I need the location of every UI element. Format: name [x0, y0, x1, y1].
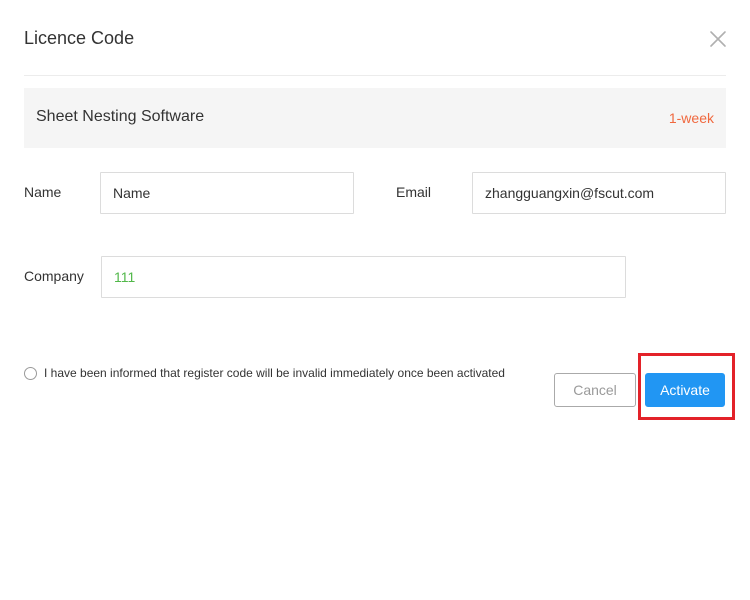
licence-duration: 1-week — [668, 110, 714, 126]
activate-button[interactable]: Activate — [645, 373, 725, 407]
name-field[interactable] — [100, 172, 354, 214]
dialog-title: Licence Code — [24, 28, 135, 48]
company-field[interactable] — [101, 256, 626, 298]
email-label: Email — [396, 184, 432, 200]
consent-option[interactable]: I have been informed that register code … — [24, 366, 505, 380]
licence-code-dialog: Licence Code Sheet Nesting Software 1-we… — [0, 0, 750, 600]
header-divider — [24, 75, 726, 76]
consent-radio[interactable] — [24, 366, 37, 380]
name-label: Name — [24, 184, 62, 200]
close-icon[interactable] — [708, 29, 728, 49]
product-name: Sheet Nesting Software — [36, 108, 205, 125]
cancel-button[interactable]: Cancel — [554, 373, 636, 407]
product-summary: Sheet Nesting Software 1-week — [24, 88, 726, 148]
email-field[interactable] — [472, 172, 726, 214]
company-label: Company — [24, 268, 84, 284]
consent-text: I have been informed that register code … — [44, 366, 505, 380]
